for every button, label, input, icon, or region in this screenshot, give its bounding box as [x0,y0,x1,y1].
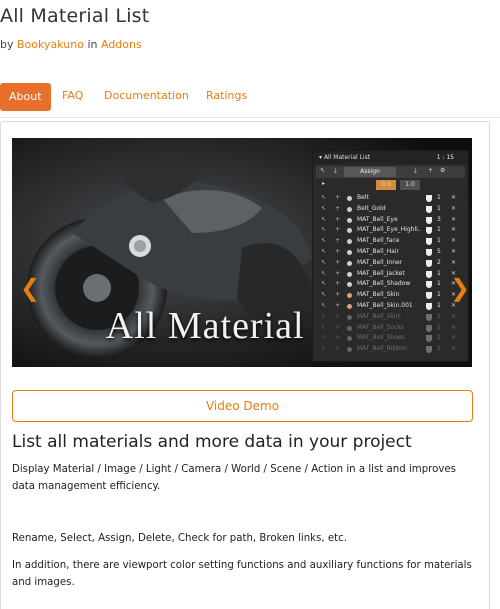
tab-faq[interactable]: FAQ [62,81,83,111]
addon-panel-title: All Material List [323,154,371,161]
content-heading: List all materials and more data in your… [12,432,412,452]
carousel-prev-arrow-icon[interactable]: ❮ [20,274,40,302]
material-row: ↖ + MAT_Bell_Hair 5 ✕ [321,247,457,256]
download-icon: ⤓ [414,167,417,174]
material-row: ↖ + Belt_Gold 1 ✕ [321,204,457,213]
material-row: ↖ + MAT_Bell_Shoes 1 ✕ [321,334,457,343]
image-carousel[interactable]: All Material List ▾ All Material List 1 … [12,138,472,367]
tab-about[interactable]: About [0,83,51,111]
download-icon: ⤓ [334,167,337,174]
addon-value-row: ▸ 0.0 1.0 [316,180,465,191]
cursor-icon: ↖ [320,167,326,174]
value-a: 0.0 [376,180,396,190]
tab-documentation[interactable]: Documentation [104,81,189,111]
tab-bar: About FAQ Documentation Ratings [0,81,500,118]
material-row: ↖ + MAT_Bell_Skin.001 1 ✕ [321,301,457,310]
tab-ratings[interactable]: Ratings [206,81,247,111]
material-row: ↖ + MAT_Bell_Eye 3 ✕ [321,215,457,224]
by-prefix: by [0,38,14,51]
addon-toolbar: ↖ ⤓ Assign ⤓ + ⚙ [316,166,465,178]
material-row: ↖ + Belt 1 ✕ [321,194,457,202]
assign-button: Assign [344,167,396,177]
page-title: All Material List [0,5,150,27]
collapse-icon: ▾ [319,154,323,161]
video-demo-button[interactable]: Video Demo [12,390,473,422]
material-row: ↖ + MAT_Bell_Socks 1 ✕ [321,323,457,332]
carousel-indicator [222,363,255,367]
material-row: ↖ + MAT_Bell_Ribbon 1 ✕ [321,345,457,354]
paragraph-3: In addition, there are viewport color se… [12,560,472,588]
material-row: ↖ + MAT_Bell_Inner 2 ✕ [321,258,457,267]
addon-panel-preview: ▾ All Material List 1 : 15 ↖ ⤓ Assign ⤓ … [312,150,469,362]
material-list: ↖ + Belt 1 ✕ ↖ + Belt_Gold 1 ✕ ↖ + MAT_Bell_Eye 3 ✕ … [313,193,468,355]
play-icon: ▸ [322,180,326,187]
addon-panel-header: ▾ All Material List 1 : 15 [313,151,468,164]
value-b: 1.0 [400,180,420,190]
gear-icon: ⚙ [440,167,446,174]
category-link[interactable]: Addons [101,38,142,51]
byline: by Bookyakuno in Addons [0,38,142,51]
in-word: in [87,38,98,51]
plus-icon: + [428,167,434,174]
carousel-next-arrow-icon[interactable]: ❯ [450,274,470,302]
paragraph-2: Rename, Select, Assign, Delete, Check fo… [12,533,347,544]
material-row: ↖ + MAT_Bell_face 1 ✕ [321,237,457,246]
paragraph-1: Display Material / Image / Light / Camer… [12,464,456,492]
addon-panel-count: 1 : 15 [436,154,454,161]
material-row: ↖ + MAT_Bell_Skirt 1 ✕ [321,312,457,321]
material-row: ↖ + MAT_Bell_Eye_Highli.. 1 ✕ [321,226,457,235]
author-link[interactable]: Bookyakuno [17,38,84,51]
material-row: ↖ + MAT_Bell_Jacket 1 ✕ [321,269,457,278]
material-row: ↖ + MAT_Bell_Skin 1 ✕ [321,291,457,300]
material-row: ↖ + MAT_Bell_Shadow 1 ✕ [321,280,457,289]
